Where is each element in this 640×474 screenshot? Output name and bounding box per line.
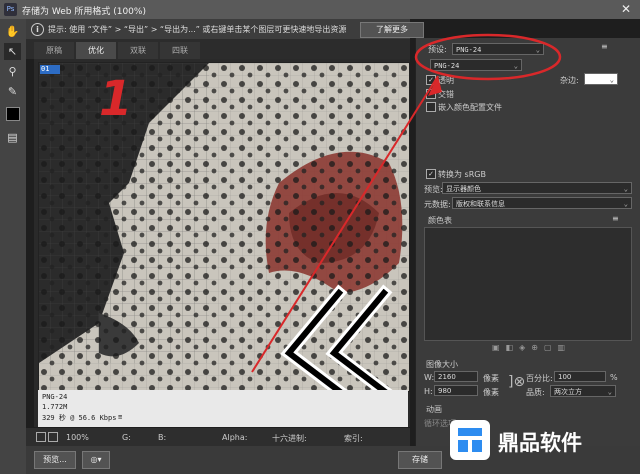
matte-label: 杂边: bbox=[560, 76, 579, 85]
height-label: H: bbox=[424, 387, 433, 396]
zoom-tool-icon[interactable]: ⚲ bbox=[4, 63, 21, 80]
info-download-time: 329 秒 @ 56.6 Kbps bbox=[42, 414, 117, 422]
browser-preview-icon[interactable]: ◎▾ bbox=[82, 451, 110, 469]
slice-select-tool-icon[interactable]: ↖ bbox=[4, 43, 21, 60]
embed-profile-checkbox[interactable] bbox=[426, 102, 436, 112]
readout-hex: 十六进制: bbox=[272, 434, 307, 443]
optimization-info: PNG-24 1.772M 329 秒 @ 56.6 Kbps ≡ bbox=[38, 390, 408, 427]
color-table-actions[interactable]: ▣◧◈⊕▢▥ bbox=[492, 343, 571, 352]
hand-tool-icon[interactable]: ✋ bbox=[4, 23, 21, 40]
title-bar: Ps 存储为 Web 所用格式 (100%) ✕ bbox=[0, 0, 640, 19]
zoom-in-icon[interactable] bbox=[48, 432, 58, 442]
info-format: PNG-24 bbox=[42, 393, 68, 401]
info-size: 1.772M bbox=[42, 403, 68, 411]
width-unit: 像素 bbox=[483, 374, 499, 383]
readout-index: 索引: bbox=[344, 434, 363, 443]
readout-alpha: Alpha: bbox=[222, 433, 248, 442]
preview-mode-label: 预览: bbox=[424, 185, 443, 194]
preset-label: 预设: bbox=[428, 45, 447, 54]
save-button[interactable]: 存储 bbox=[398, 451, 442, 469]
close-icon[interactable]: ✕ bbox=[612, 0, 640, 19]
settings-panel: 预设: PNG-24 ⌄ ≡ PNG-24 ⌄ ✓ 透明 杂边: ⌄ 交错 嵌入颜色… bbox=[415, 38, 640, 446]
view-tabs: 原稿 优化 双联 四联 bbox=[26, 39, 410, 59]
info-menu-icon[interactable]: ≡ bbox=[118, 413, 122, 421]
toggle-slices-icon[interactable]: ▤ bbox=[4, 129, 21, 146]
color-table-label: 颜色表 bbox=[428, 216, 452, 225]
transparency-label: 透明 bbox=[438, 76, 454, 85]
watermark-text: 鼎品软件 bbox=[498, 431, 582, 455]
zoom-out-icon[interactable] bbox=[36, 432, 46, 442]
color-table[interactable] bbox=[424, 227, 632, 341]
preset-select[interactable]: PNG-24 ⌄ bbox=[452, 43, 544, 55]
convert-srgb-checkbox[interactable]: ✓ bbox=[426, 169, 436, 179]
metadata-select[interactable]: 版权和联系信息 ⌄ bbox=[452, 197, 632, 209]
color-table-menu-icon[interactable]: ≡ bbox=[612, 214, 619, 223]
panel-menu-icon[interactable]: ≡ bbox=[601, 42, 608, 51]
percent-field[interactable]: 100 bbox=[554, 371, 606, 382]
matte-select[interactable]: ⌄ bbox=[584, 73, 618, 85]
tab-2-up[interactable]: 双联 bbox=[118, 42, 158, 59]
image-preview[interactable]: 01 1 bbox=[38, 62, 410, 392]
quality-select[interactable]: 两次立方 ⌄ bbox=[550, 385, 616, 397]
color-swatch[interactable] bbox=[6, 107, 20, 121]
image-size-label: 图像大小 bbox=[426, 360, 458, 369]
height-field[interactable]: 980 bbox=[434, 385, 478, 396]
transparency-checkbox[interactable]: ✓ bbox=[426, 75, 436, 85]
tab-optimized[interactable]: 优化 bbox=[76, 42, 116, 59]
slice-badge: 01 bbox=[41, 65, 50, 73]
preview-mode-select[interactable]: 显示器颜色 ⌄ bbox=[442, 182, 632, 194]
tip-message: 提示: 使用 “文件” > “导出” > “导出为...” 或右键单击某个图层可… bbox=[48, 25, 347, 34]
tab-4-up[interactable]: 四联 bbox=[160, 42, 200, 59]
width-label: W: bbox=[424, 373, 435, 382]
interlace-checkbox[interactable] bbox=[426, 89, 436, 99]
watermark-logo bbox=[450, 420, 490, 460]
readout-b: B: bbox=[158, 433, 167, 442]
format-select[interactable]: PNG-24 ⌄ bbox=[430, 59, 522, 71]
eyedropper-tool-icon[interactable]: ✎ bbox=[4, 83, 21, 100]
percent-label: 百分比: bbox=[526, 374, 553, 383]
embed-profile-label: 嵌入颜色配置文件 bbox=[438, 103, 502, 112]
width-field[interactable]: 2160 bbox=[434, 371, 478, 382]
watermark: 鼎品软件 bbox=[450, 418, 640, 464]
link-icon[interactable]: ]⊗ bbox=[508, 374, 525, 390]
readout-g: G: bbox=[122, 433, 131, 442]
metadata-label: 元数据: bbox=[424, 200, 451, 209]
interlace-label: 交错 bbox=[438, 90, 454, 99]
zoom-level[interactable]: 100% bbox=[66, 433, 89, 442]
animation-label: 动画 bbox=[426, 405, 442, 414]
info-icon: i bbox=[31, 23, 44, 36]
height-unit: 像素 bbox=[483, 388, 499, 397]
artwork-image bbox=[39, 63, 409, 391]
window-title: 存储为 Web 所用格式 (100%) bbox=[22, 7, 146, 17]
annotation-number: 1 bbox=[99, 71, 133, 127]
tip-bar: i 提示: 使用 “文件” > “导出” > “导出为...” 或右键单击某个图… bbox=[26, 19, 424, 39]
preview-button[interactable]: 预览... bbox=[34, 451, 76, 469]
quality-label: 品质: bbox=[526, 388, 545, 397]
status-bar: 100% G: B: Alpha: 十六进制: 索引: bbox=[26, 428, 410, 446]
photoshop-app-icon: Ps bbox=[4, 3, 17, 16]
percent-unit: % bbox=[610, 373, 618, 382]
tool-panel: ✋ ↖ ⚲ ✎ ▤ bbox=[0, 19, 26, 474]
learn-more-button[interactable]: 了解更多 bbox=[360, 22, 424, 38]
convert-srgb-label: 转换为 sRGB bbox=[438, 170, 486, 179]
tab-original[interactable]: 原稿 bbox=[34, 42, 74, 59]
